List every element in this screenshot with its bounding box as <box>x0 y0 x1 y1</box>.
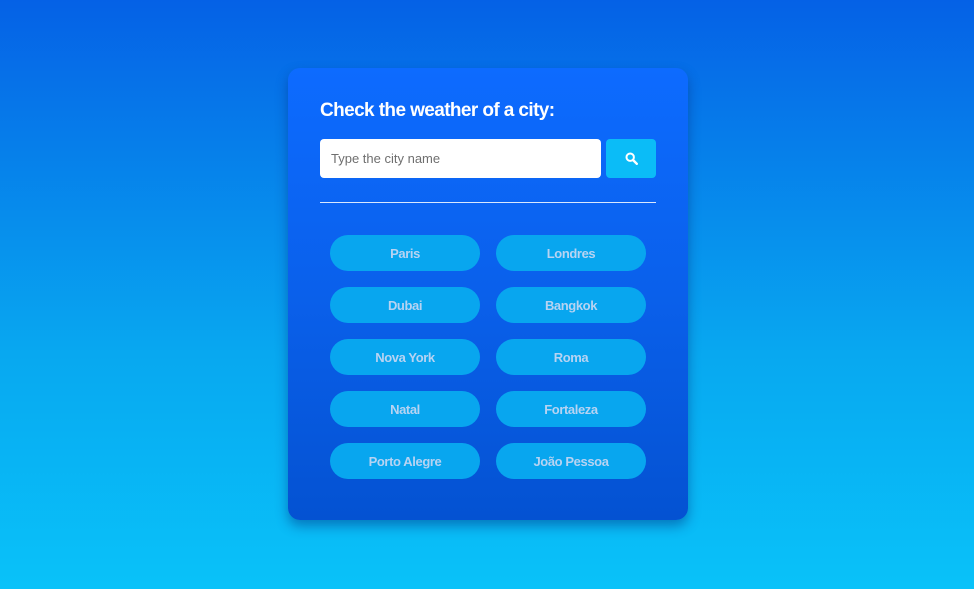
city-button-porto-alegre[interactable]: Porto Alegre <box>330 443 480 479</box>
city-button-londres[interactable]: Londres <box>496 235 646 271</box>
search-icon <box>624 152 638 165</box>
city-button-joao-pessoa[interactable]: João Pessoa <box>496 443 646 479</box>
divider <box>320 202 656 203</box>
city-search-input[interactable] <box>320 139 601 178</box>
weather-card: Check the weather of a city: Paris Londr… <box>288 68 688 520</box>
city-list: Paris Londres Dubai Bangkok Nova York Ro… <box>320 235 656 479</box>
search-button[interactable] <box>606 139 656 178</box>
city-button-dubai[interactable]: Dubai <box>330 287 480 323</box>
search-bar <box>320 139 656 178</box>
city-button-fortaleza[interactable]: Fortaleza <box>496 391 646 427</box>
city-button-natal[interactable]: Natal <box>330 391 480 427</box>
city-button-nova-york[interactable]: Nova York <box>330 339 480 375</box>
page-title: Check the weather of a city: <box>320 100 555 121</box>
city-button-roma[interactable]: Roma <box>496 339 646 375</box>
city-button-bangkok[interactable]: Bangkok <box>496 287 646 323</box>
city-button-paris[interactable]: Paris <box>330 235 480 271</box>
